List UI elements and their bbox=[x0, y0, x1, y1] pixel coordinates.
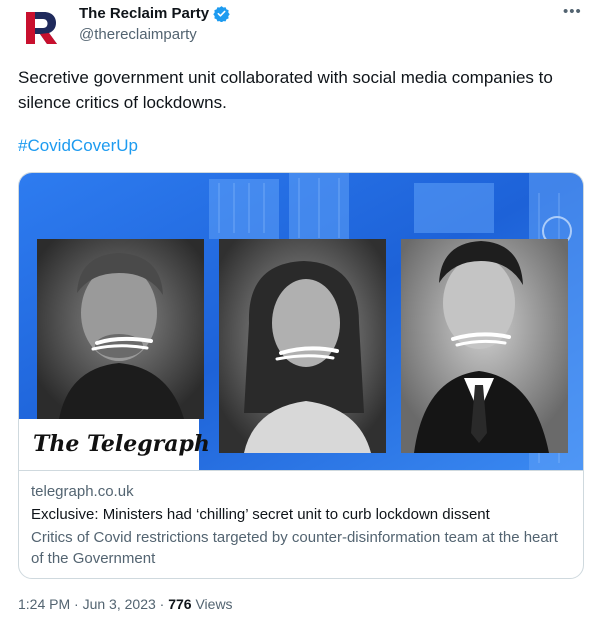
telegraph-brand: The Telegraph bbox=[33, 431, 210, 457]
hashtag-link[interactable]: #CovidCoverUp bbox=[18, 136, 138, 156]
tweet-footer: 1:24 PM · Jun 3, 2023 · 776 Views bbox=[18, 596, 233, 612]
views-count[interactable]: 776 bbox=[168, 596, 191, 612]
card-image[interactable] bbox=[19, 173, 583, 470]
card-meta[interactable]: telegraph.co.uk Exclusive: Ministers had… bbox=[19, 470, 583, 578]
card-domain: telegraph.co.uk bbox=[31, 483, 134, 500]
author-name[interactable]: The Reclaim Party bbox=[79, 5, 209, 22]
card-title: Exclusive: Ministers had ‘chilling’ secr… bbox=[31, 506, 490, 523]
views-label: Views bbox=[195, 596, 233, 612]
tweet: The Reclaim Party @thereclaimparty ••• S… bbox=[0, 0, 599, 619]
link-card[interactable]: The Telegraph telegraph.co.uk Exclusive:… bbox=[18, 172, 584, 579]
author-handle[interactable]: @thereclaimparty bbox=[79, 26, 197, 43]
verified-badge-icon bbox=[213, 6, 230, 22]
reclaim-logo-icon[interactable] bbox=[20, 6, 62, 48]
author-name-row[interactable]: The Reclaim Party bbox=[79, 5, 230, 22]
separator: · bbox=[74, 596, 79, 612]
card-description: Critics of Covid restrictions targeted b… bbox=[31, 529, 558, 567]
separator: · bbox=[159, 596, 165, 612]
more-options-icon[interactable]: ••• bbox=[563, 3, 582, 20]
tweet-date[interactable]: Jun 3, 2023 bbox=[83, 596, 156, 612]
tweet-time[interactable]: 1:24 PM bbox=[18, 596, 70, 612]
tweet-text: Secretive government unit collaborated w… bbox=[18, 68, 553, 112]
